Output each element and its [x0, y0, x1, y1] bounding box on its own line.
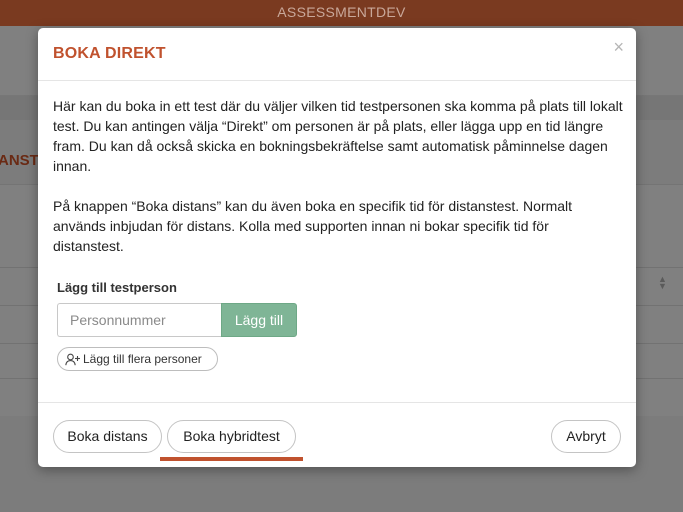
add-multiple-label: Lägg till flera personer [83, 352, 202, 366]
modal-body: Här kan du boka in ett test där du välje… [53, 96, 623, 276]
hybridtest-active-indicator [160, 457, 303, 461]
add-person-label: Lägg till testperson [57, 280, 177, 295]
user-plus-icon [65, 353, 80, 366]
add-multiple-persons-button[interactable]: Lägg till flera personer [57, 347, 218, 371]
sort-icon: ▲ ▼ [658, 274, 667, 291]
avbryt-button[interactable]: Avbryt [551, 420, 621, 453]
add-person-button[interactable]: Lägg till [221, 303, 297, 337]
modal-header: BOKA DIREKT × [38, 28, 636, 81]
background-heading: ANSTI [0, 152, 43, 169]
personnummer-input[interactable] [57, 303, 222, 337]
modal-title: BOKA DIREKT [53, 45, 166, 62]
intro-paragraph: Här kan du boka in ett test där du välje… [53, 98, 623, 174]
modal-footer: Boka distans Boka hybridtest Avbryt [38, 402, 636, 467]
distans-paragraph: På knappen “Boka distans” kan du även bo… [53, 198, 573, 254]
boka-distans-button[interactable]: Boka distans [53, 420, 162, 453]
boka-hybridtest-button[interactable]: Boka hybridtest [167, 420, 296, 453]
app-title: ASSESSMENTDEV [277, 4, 406, 20]
close-icon[interactable]: × [613, 38, 624, 56]
boka-direkt-modal: BOKA DIREKT × Här kan du boka in ett tes… [38, 28, 636, 467]
app-title-bar: ASSESSMENTDEV [0, 0, 683, 26]
